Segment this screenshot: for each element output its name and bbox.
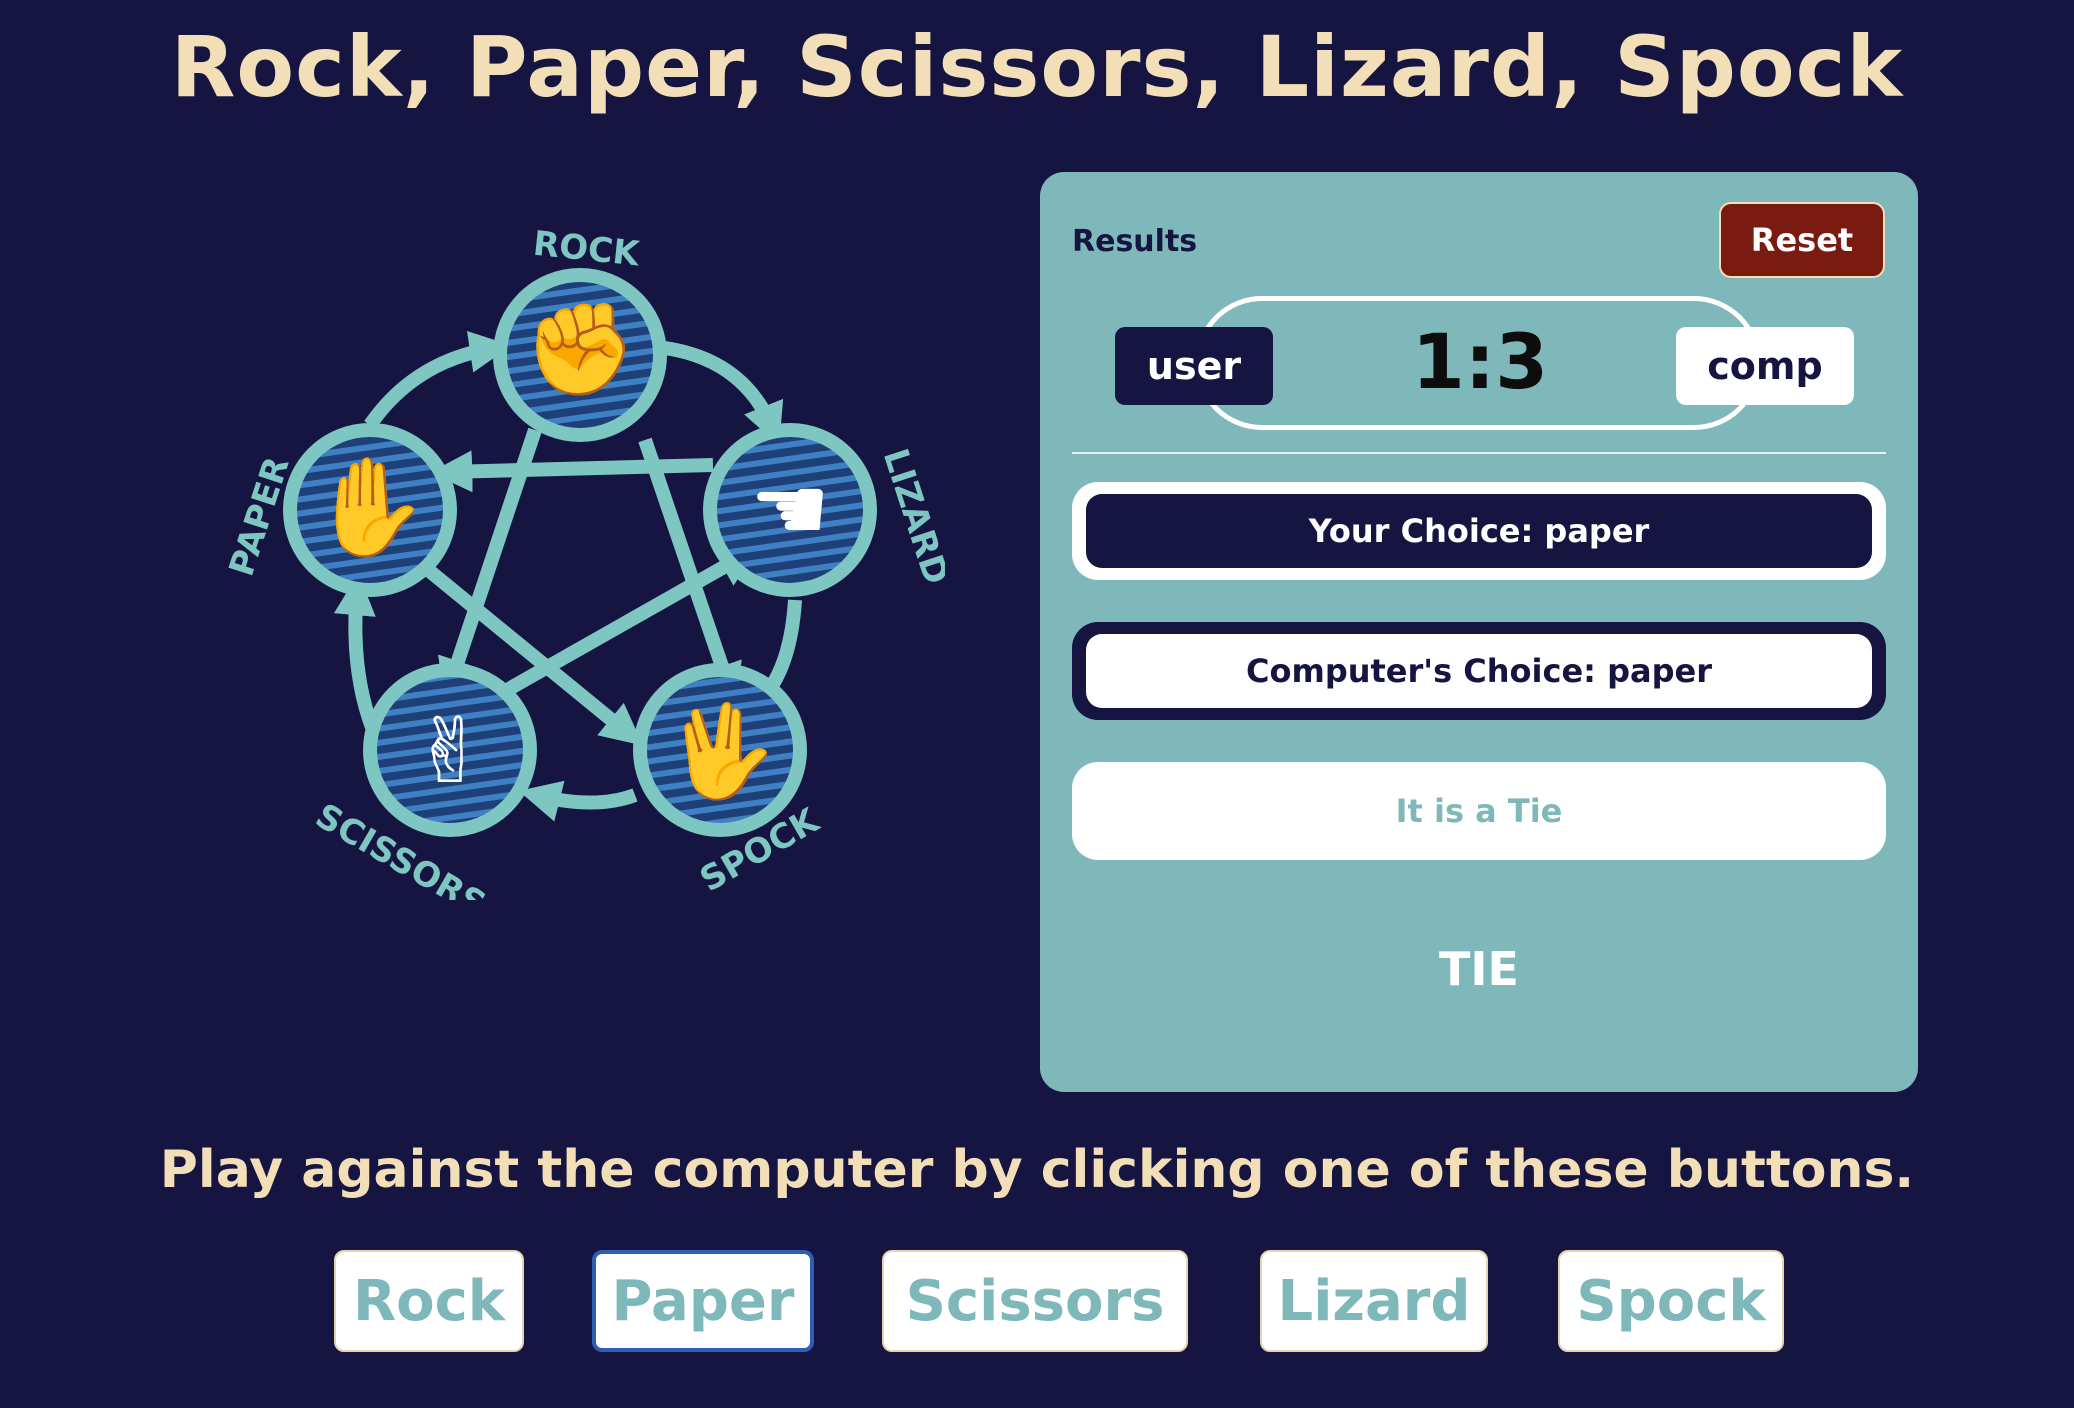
results-label: Results (1072, 224, 1198, 259)
svg-text:✊: ✊ (524, 297, 636, 403)
arrow-paper-rock (364, 330, 512, 430)
arrow-scissors-paper (333, 573, 380, 733)
computer-choice-text: Computer's Choice: paper (1086, 634, 1872, 708)
label-lizard: LIZARD (875, 444, 945, 589)
spock-button[interactable]: Spock (1558, 1250, 1784, 1352)
comp-badge: comp (1676, 327, 1854, 405)
node-rock: ✊ (493, 268, 667, 442)
page-title: Rock, Paper, Scissors, Lizard, Spock (170, 18, 1904, 116)
outcome-label: TIE (1439, 942, 1519, 996)
node-spock: 🖖 (633, 663, 807, 837)
user-badge: user (1115, 327, 1273, 405)
arrow-spock-scissors (518, 780, 638, 822)
svg-text:🖖: 🖖 (664, 699, 776, 811)
svg-text:☚: ☚ (750, 457, 831, 562)
your-choice-box: Your Choice: paper (1072, 482, 1886, 580)
computer-choice-box: Computer's Choice: paper (1072, 622, 1886, 720)
rock-button[interactable]: Rock (334, 1250, 524, 1352)
arrow-rock-lizard (663, 341, 784, 446)
rpsls-diagram-graphic: ✊ ✋ ☚ ✌ 🖖 ROCK PAPER LIZARD SCISSORS SPO… (222, 224, 956, 925)
your-choice-text: Your Choice: paper (1086, 494, 1872, 568)
node-scissors: ✌ (363, 663, 537, 837)
arrow-lizard-paper (430, 450, 714, 493)
label-rock: ROCK (531, 224, 643, 275)
divider (1072, 452, 1886, 454)
reset-button[interactable]: Reset (1719, 202, 1885, 278)
instructions: Play against the computer by clicking on… (159, 1140, 1915, 1200)
svg-text:✋: ✋ (310, 451, 430, 563)
lizard-button[interactable]: Lizard (1260, 1250, 1488, 1352)
result-message: It is a Tie (1072, 762, 1886, 860)
node-paper: ✋ (283, 423, 457, 597)
results-panel: Results Reset user 1:3 comp Your Choice:… (1040, 172, 1918, 1092)
rpsls-diagram: ✊ ✋ ☚ ✌ 🖖 ROCK PAPER LIZARD SCISSORS SPO… (222, 210, 956, 925)
node-lizard: ☚ (703, 423, 877, 597)
paper-button[interactable]: Paper (592, 1250, 814, 1352)
score-value: 1:3 (1411, 317, 1549, 406)
scissors-button[interactable]: Scissors (882, 1250, 1188, 1352)
svg-text:✌: ✌ (412, 699, 487, 804)
